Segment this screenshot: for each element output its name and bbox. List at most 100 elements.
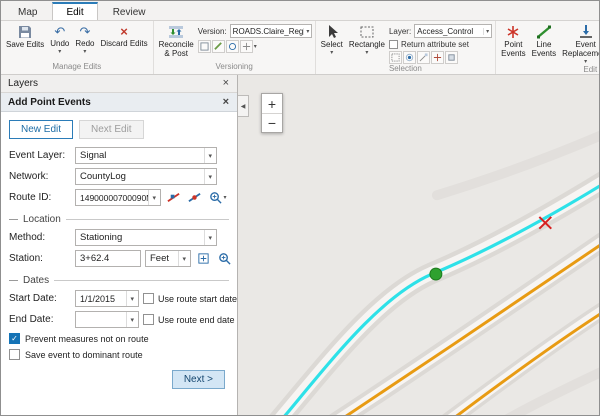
event-replacement-icon [578, 24, 594, 40]
selection-tool-icon-1[interactable] [389, 51, 402, 64]
network-value: CountyLog [80, 171, 126, 182]
close-icon[interactable]: × [222, 78, 230, 89]
point-events-button[interactable]: Point Events [499, 22, 527, 65]
reconcile-icon [168, 24, 184, 40]
chevron-down-icon: ▾ [303, 28, 309, 35]
magnifier-icon [218, 252, 231, 265]
event-replacement-button[interactable]: Event Replacement ▾ [560, 22, 599, 65]
end-date-combo[interactable]: ▾ [75, 311, 139, 328]
left-panel: Layers × Add Point Events × New Edit Nex… [1, 75, 238, 415]
map-canvas [238, 75, 599, 415]
map-view[interactable]: ◀ + − [238, 75, 599, 415]
chevron-down-icon: ▾ [83, 49, 86, 55]
use-route-end-date-checkbox[interactable] [143, 314, 154, 325]
layer-label: Layer: [389, 27, 411, 36]
versioning-tool-icon-1[interactable] [198, 40, 211, 53]
group-label-manage-edits: Manage Edits [4, 62, 150, 74]
event-layer-value: Signal [80, 150, 106, 161]
event-layer-combo[interactable]: Signal ▾ [75, 147, 217, 164]
undo-button[interactable]: ↶ Undo ▾ [48, 22, 71, 62]
line-event-icon [536, 24, 552, 40]
panel-collapse-button[interactable]: ◀ [238, 95, 249, 117]
reconcile-post-label: Reconcile & Post [159, 41, 194, 59]
save-edits-button[interactable]: Save Edits [4, 22, 46, 62]
collapse-left-icon: ◀ [241, 103, 246, 110]
start-date-combo[interactable]: 1/1/2015 ▾ [75, 290, 139, 307]
ribbon-group-edit-events: Point Events Line Events Event Replaceme… [496, 21, 599, 74]
select-button[interactable]: Select ▾ [319, 22, 345, 64]
zoom-control: + − [261, 93, 283, 133]
discard-edits-label: Discard Edits [101, 40, 148, 49]
panel-title: Add Point Events [8, 97, 91, 108]
network-combo[interactable]: CountyLog ▾ [75, 168, 217, 185]
chevron-down-icon: ▾ [126, 291, 134, 306]
station-label: Station: [9, 253, 71, 264]
zoom-out-button[interactable]: − [262, 113, 282, 132]
ribbon-group-versioning: Reconcile & Post Version: ROADS.Claire_R… [154, 21, 316, 74]
method-combo[interactable]: Stationing ▾ [75, 229, 217, 246]
station-units-combo[interactable]: Feet ▾ [145, 250, 191, 267]
pick-route-alt-button[interactable] [186, 189, 203, 206]
return-attribute-label: Return attribute set [401, 40, 469, 49]
layers-pane-header: Layers × [1, 75, 237, 93]
line-events-label: Line Events [532, 41, 556, 59]
close-icon[interactable]: × [222, 97, 230, 108]
next-edit-button[interactable]: Next Edit [79, 120, 144, 139]
rectangle-button[interactable]: Rectangle ▾ [347, 22, 387, 64]
route-id-combo[interactable]: 14900000700090M01 ▾ [75, 189, 161, 206]
versioning-tool-icon-3[interactable] [226, 40, 239, 53]
next-button[interactable]: Next > [172, 370, 225, 389]
group-label-edit-events: Edit Events [499, 65, 599, 75]
start-date-value: 1/1/2015 [80, 294, 115, 304]
chevron-down-icon: ▾ [126, 312, 134, 327]
save-icon [17, 24, 33, 40]
chevron-down-icon: ▾ [204, 230, 212, 245]
pick-route-button[interactable] [165, 189, 182, 206]
event-layer-label: Event Layer: [9, 150, 71, 161]
prevent-measures-label: Prevent measures not on route [25, 334, 149, 344]
selection-tool-icon-4[interactable] [431, 51, 444, 64]
layer-combo[interactable]: Access_Control ▾ [414, 24, 492, 38]
event-point[interactable] [430, 268, 442, 280]
chevron-down-icon: ▾ [178, 251, 186, 266]
tab-map[interactable]: Map [5, 4, 50, 20]
redo-label: Redo [75, 40, 94, 49]
method-value: Stationing [80, 232, 122, 243]
use-route-start-date-checkbox[interactable] [143, 293, 154, 304]
chevron-down-icon: ▾ [204, 148, 212, 163]
dominant-route-checkbox[interactable] [9, 349, 20, 360]
add-point-events-panel: New Edit Next Edit Event Layer: Signal ▾… [1, 112, 237, 415]
tab-review[interactable]: Review [100, 4, 159, 20]
zoom-to-station-button[interactable] [216, 250, 233, 267]
reconcile-post-button[interactable]: Reconcile & Post [157, 22, 196, 62]
chevron-down-icon: ▾ [148, 190, 156, 205]
route-id-value: 14900000700090M01 [80, 193, 148, 203]
pick-station-button[interactable] [195, 250, 212, 267]
selection-tool-icon-5[interactable] [445, 51, 458, 64]
redo-button[interactable]: ↷ Redo ▾ [73, 22, 96, 62]
end-date-label: End Date: [9, 314, 71, 325]
versioning-tool-icon-4[interactable] [240, 40, 253, 53]
selection-tool-icon-3[interactable] [417, 51, 430, 64]
tab-edit[interactable]: Edit [52, 2, 97, 20]
rectangle-label: Rectangle [349, 41, 385, 50]
version-combo[interactable]: ROADS.Claire_Reg ▾ [230, 24, 312, 38]
line-events-button[interactable]: Line Events [530, 22, 558, 65]
chevron-down-icon: ▾ [330, 50, 333, 56]
prevent-measures-checkbox[interactable] [9, 333, 20, 344]
version-label: Version: [198, 27, 227, 36]
pick-route-alt-icon [188, 191, 201, 204]
layers-pane-title: Layers [8, 78, 38, 89]
versioning-tool-icon-2[interactable] [212, 40, 225, 53]
route-id-label: Route ID: [9, 192, 71, 203]
rectangle-select-icon [359, 24, 375, 40]
selection-tool-icon-2[interactable] [403, 51, 416, 64]
station-input[interactable]: 3+62.4 [75, 250, 141, 267]
discard-edits-button[interactable]: × Discard Edits [99, 22, 150, 62]
zoom-in-button[interactable]: + [262, 94, 282, 113]
return-attribute-checkbox[interactable] [389, 40, 398, 49]
station-units-value: Feet [150, 253, 169, 264]
zoom-to-route-button[interactable]: ▾ [207, 189, 229, 206]
use-route-start-date-label: Use route start date [158, 294, 237, 304]
new-edit-button[interactable]: New Edit [9, 120, 73, 139]
